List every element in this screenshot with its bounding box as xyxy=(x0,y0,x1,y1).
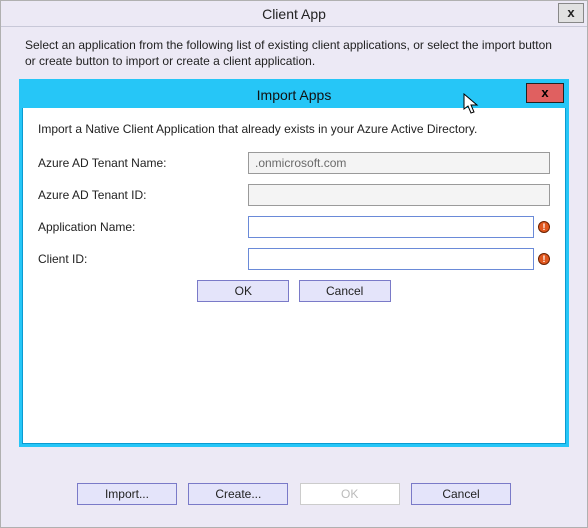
outer-close-button[interactable]: x xyxy=(558,3,584,23)
inner-title-text: Import Apps xyxy=(257,87,332,103)
error-icon xyxy=(538,253,550,265)
outer-ok-button: OK xyxy=(300,483,400,505)
row-tenant-name: Azure AD Tenant Name: xyxy=(38,152,550,174)
input-tenant-name[interactable] xyxy=(248,152,550,174)
inner-cancel-button[interactable]: Cancel xyxy=(299,280,391,302)
inner-titlebar: Import Apps x xyxy=(22,82,566,108)
inner-close-button[interactable]: x xyxy=(526,83,564,103)
input-client-id[interactable] xyxy=(248,248,534,270)
outer-button-row: Import... Create... OK Cancel xyxy=(1,483,587,505)
row-application-name: Application Name: xyxy=(38,216,550,238)
error-icon xyxy=(538,221,550,233)
row-client-id: Client ID: xyxy=(38,248,550,270)
import-apps-dialog: Import Apps x Import a Native Client App… xyxy=(19,79,569,447)
inner-intro-text: Import a Native Client Application that … xyxy=(38,122,554,136)
label-tenant-id: Azure AD Tenant ID: xyxy=(38,188,248,202)
input-application-name[interactable] xyxy=(248,216,534,238)
create-button[interactable]: Create... xyxy=(188,483,288,505)
label-client-id: Client ID: xyxy=(38,252,248,266)
input-tenant-id[interactable] xyxy=(248,184,550,206)
client-app-window: Client App x Select an application from … xyxy=(0,0,588,528)
inner-body: Import a Native Client Application that … xyxy=(22,108,566,314)
outer-intro-text: Select an application from the following… xyxy=(1,27,587,81)
label-application-name: Application Name: xyxy=(38,220,248,234)
import-button[interactable]: Import... xyxy=(77,483,177,505)
outer-title-text: Client App xyxy=(262,6,326,22)
outer-titlebar: Client App x xyxy=(1,1,587,27)
outer-cancel-button[interactable]: Cancel xyxy=(411,483,511,505)
inner-button-row: OK Cancel xyxy=(34,280,554,302)
row-tenant-id: Azure AD Tenant ID: xyxy=(38,184,550,206)
inner-ok-button[interactable]: OK xyxy=(197,280,289,302)
label-tenant-name: Azure AD Tenant Name: xyxy=(38,156,248,170)
